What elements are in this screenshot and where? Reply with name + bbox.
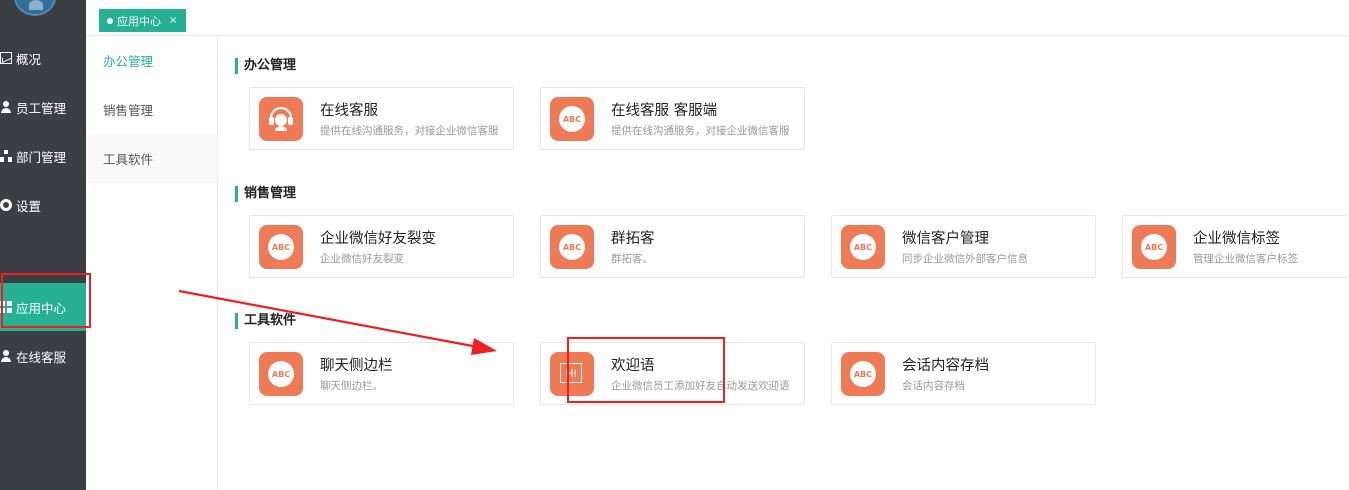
category-item-label: 工具软件: [103, 152, 154, 167]
app-name: 在线客服: [320, 103, 378, 119]
category-item-tools[interactable]: 工具软件: [86, 134, 217, 183]
app-card-welcome-message[interactable]: Hi 欢迎语 企业微信员工添加好友自动发送欢迎语: [540, 342, 805, 405]
app-name: 欢迎语: [611, 358, 655, 374]
sidebar-item-overview[interactable]: 概况: [0, 34, 86, 82]
app-name: 在线客服 客服端: [611, 103, 718, 119]
sidebar-item-settings[interactable]: 设置: [0, 181, 86, 229]
sidebar-item-label: 设置: [16, 198, 42, 214]
hi-badge: Hi: [560, 363, 582, 383]
sidebar-item-label: 部门管理: [16, 149, 67, 165]
sidebar-item-staff[interactable]: 员工管理: [0, 83, 86, 131]
category-item-sales[interactable]: 销售管理: [86, 85, 217, 134]
app-card-friend-fission[interactable]: ABC 企业微信好友裂变 企业微信好友裂变: [249, 215, 514, 278]
tab-dot-icon: [107, 17, 113, 24]
category-item-label: 办公管理: [103, 54, 154, 69]
section-title-office: 办公管理: [235, 58, 296, 74]
app-card-online-service-client[interactable]: ABC 在线客服 客服端 提供在线沟通服务，对接企业微信客服: [540, 87, 805, 150]
abc-icon: ABC: [550, 97, 594, 141]
tab-app-center[interactable]: 应用中心 ×: [99, 9, 187, 32]
abc-badge: ABC: [850, 361, 876, 387]
category-menu: 办公管理 销售管理 工具软件: [86, 36, 218, 490]
app-desc: 会话内容存档: [902, 380, 965, 392]
abc-badge: ABC: [850, 234, 876, 260]
abc-icon: ABC: [550, 225, 594, 269]
app-name: 微信客户管理: [902, 231, 989, 247]
app-desc: 企业微信员工添加好友自动发送欢迎语: [611, 380, 790, 392]
abc-badge: ABC: [268, 234, 294, 260]
app-name: 企业微信好友裂变: [320, 231, 436, 247]
app-desc: 提供在线沟通服务，对接企业微信客服: [611, 125, 790, 137]
headset-icon-svg: [269, 106, 293, 131]
close-icon[interactable]: ×: [169, 15, 177, 26]
org-icon: [0, 150, 12, 162]
app-name: 聊天侧边栏: [320, 358, 393, 374]
sidebar-item-label: 应用中心: [16, 300, 67, 316]
hi-icon: Hi: [550, 352, 594, 396]
app-root: 概况 员工管理 部门管理 设置 应用中心 在线客服 应用中心 × 办公管理 销售…: [0, 0, 1349, 490]
headset-icon: [259, 97, 303, 141]
app-desc: 管理企业微信客户标签: [1193, 253, 1298, 265]
abc-icon: ABC: [259, 352, 303, 396]
app-name: 群拓客: [611, 231, 655, 247]
section-title-sales: 销售管理: [235, 186, 296, 202]
app-name: 会话内容存档: [902, 358, 989, 374]
app-card-wechat-tags[interactable]: ABC 企业微信标签 管理企业微信客户标签: [1122, 215, 1349, 278]
abc-badge: ABC: [559, 106, 585, 132]
avatar[interactable]: [14, 0, 56, 16]
app-card-chat-sidebar[interactable]: ABC 聊天侧边栏 聊天侧边栏。: [249, 342, 514, 405]
user-icon: [0, 101, 12, 113]
abc-icon: ABC: [1132, 225, 1176, 269]
sidebar-item-departments[interactable]: 部门管理: [0, 132, 86, 180]
app-card-online-service[interactable]: 在线客服 提供在线沟通服务，对接企业微信客服: [249, 87, 514, 150]
tab-label: 应用中心: [117, 14, 161, 28]
sidebar-item-online-service[interactable]: 在线客服: [0, 332, 86, 380]
sidebar-item-label: 员工管理: [16, 100, 67, 116]
abc-icon: ABC: [259, 225, 303, 269]
app-desc: 聊天侧边栏。: [320, 380, 383, 392]
section-title-tools: 工具软件: [235, 313, 296, 329]
app-desc: 群拓客。: [611, 253, 653, 265]
abc-icon: ABC: [841, 352, 885, 396]
abc-badge: ABC: [559, 234, 585, 260]
app-desc: 同步企业微信外部客户信息: [902, 253, 1028, 265]
abc-icon: ABC: [841, 225, 885, 269]
sidebar-item-app-center[interactable]: 应用中心: [0, 283, 86, 331]
sidebar-item-label: 概况: [16, 51, 42, 67]
tab-bar: 应用中心 ×: [86, 0, 1349, 36]
grid-icon: [0, 301, 12, 313]
abc-badge: ABC: [1141, 234, 1167, 260]
abc-badge: ABC: [268, 361, 294, 387]
user-icon: [0, 350, 12, 362]
app-card-chat-archive[interactable]: ABC 会话内容存档 会话内容存档: [831, 342, 1096, 405]
app-card-wechat-customer-management[interactable]: ABC 微信客户管理 同步企业微信外部客户信息: [831, 215, 1096, 278]
gear-icon: [0, 199, 12, 211]
sidebar: 概况 员工管理 部门管理 设置 应用中心 在线客服: [0, 0, 86, 490]
category-item-office[interactable]: 办公管理: [86, 36, 217, 85]
app-desc: 提供在线沟通服务，对接企业微信客服: [320, 125, 499, 137]
category-item-label: 销售管理: [103, 103, 154, 118]
app-name: 企业微信标签: [1193, 231, 1280, 247]
sidebar-item-label: 在线客服: [16, 349, 67, 365]
chart-icon: [0, 52, 12, 64]
app-card-group-acquisition[interactable]: ABC 群拓客 群拓客。: [540, 215, 805, 278]
app-desc: 企业微信好友裂变: [320, 253, 404, 265]
